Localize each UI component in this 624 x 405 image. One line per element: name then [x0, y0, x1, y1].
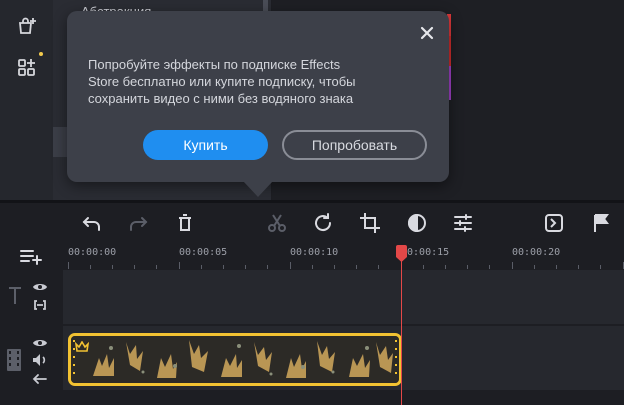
subscription-popup: Попробуйте эффекты по подписке Effects S… — [67, 11, 449, 182]
timeline-ruler[interactable]: 00:00:00 00:00:05 00:00:10 00:00:15 00:0… — [0, 241, 624, 269]
color-adjust-icon[interactable] — [405, 211, 429, 235]
editing-toolbar — [0, 203, 624, 241]
ruler-time-label: 00:00:00 — [68, 247, 117, 258]
crop-icon[interactable] — [358, 211, 382, 235]
popup-message-line: сохранить видео с ними без водяного знак… — [88, 91, 354, 106]
video-track-header — [0, 325, 62, 390]
buy-button[interactable]: Купить — [143, 130, 268, 160]
ruler-time-label: 00:00:10 — [290, 247, 339, 258]
popup-pointer — [243, 181, 273, 197]
text-track-header — [0, 269, 62, 325]
delete-icon[interactable] — [173, 211, 197, 235]
properties-icon[interactable] — [451, 211, 475, 235]
ruler-time-label: 00:00:20 — [512, 247, 561, 258]
playhead-handle[interactable] — [395, 244, 408, 263]
close-icon[interactable] — [418, 24, 436, 42]
video-track-icon — [7, 349, 21, 371]
left-icon-strip — [0, 0, 53, 200]
store-bag-icon[interactable] — [16, 15, 38, 37]
add-track-icon[interactable] — [19, 245, 43, 267]
redo-icon[interactable] — [126, 211, 150, 235]
crown-icon — [74, 340, 90, 352]
undo-icon[interactable] — [80, 211, 104, 235]
volume-icon[interactable] — [32, 353, 48, 367]
playhead-line — [401, 253, 402, 405]
rotate-icon[interactable] — [311, 211, 335, 235]
ruler-ticks — [68, 262, 624, 269]
text-track-icon — [7, 285, 23, 305]
editor-window: Абстракция Попробуйте эффекты по подписк… — [0, 0, 624, 405]
arrow-left-icon[interactable] — [32, 372, 48, 384]
cut-icon[interactable] — [265, 211, 289, 235]
text-track-lane[interactable] — [63, 270, 624, 324]
marker-flag-icon[interactable] — [589, 211, 613, 235]
eye-icon[interactable] — [32, 280, 48, 292]
popup-message-line: Попробуйте эффекты по подписке Effects — [88, 57, 341, 72]
popup-message-line: Store бесплатно или купите подписку, что… — [88, 74, 356, 89]
ruler-time-label: 00:00:15 — [401, 247, 450, 258]
video-clip[interactable] — [68, 333, 402, 386]
popup-message: Попробуйте эффекты по подписке Effects S… — [88, 56, 433, 107]
export-clip-icon[interactable] — [542, 211, 566, 235]
link-icon[interactable] — [32, 298, 48, 312]
premium-badge-dot — [39, 52, 43, 56]
ruler-time-label: 00:00:05 — [179, 247, 228, 258]
widgets-add-icon[interactable] — [16, 57, 38, 79]
timeline-bottom-strip — [0, 390, 624, 405]
eye-icon[interactable] — [32, 336, 48, 348]
try-button[interactable]: Попробовать — [282, 130, 427, 160]
clip-thumbnail-pattern — [71, 336, 399, 383]
